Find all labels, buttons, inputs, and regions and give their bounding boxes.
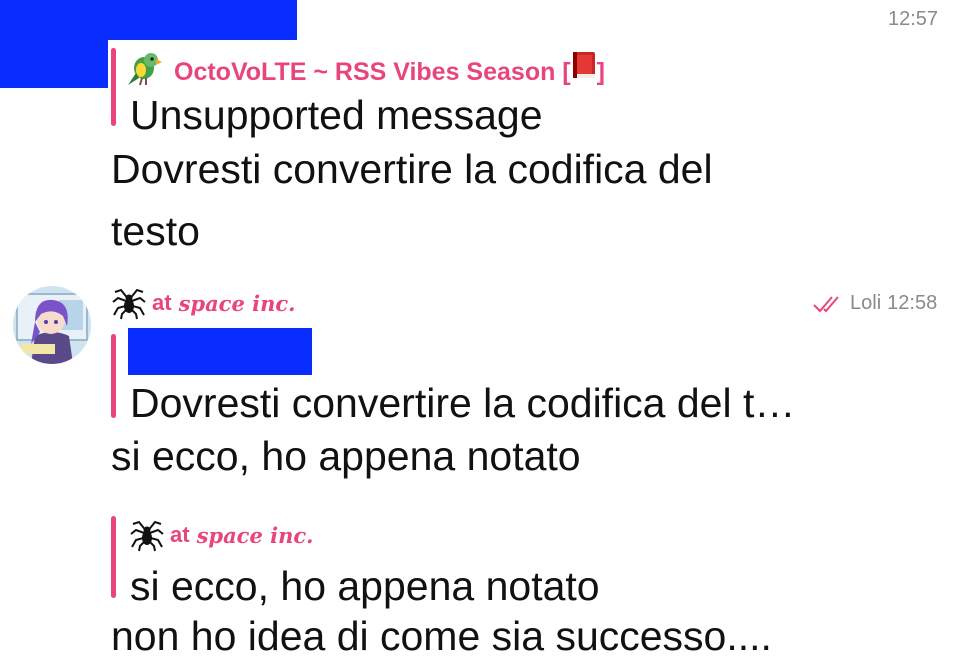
message-text: si ecco, ho appena notato	[111, 433, 581, 479]
reply-author: at space inc.	[130, 518, 313, 552]
message-time: 12:58	[887, 292, 938, 314]
reply-author-at: at	[170, 522, 190, 547]
reply-author-org: space inc.	[196, 522, 314, 548]
message-status: Loli 12:58	[812, 292, 937, 315]
redacted-block	[0, 40, 108, 88]
message-time: 12:57	[888, 8, 939, 30]
reply-bar	[111, 334, 116, 418]
message-text: non ho idea di come sia successo....	[111, 613, 772, 659]
reply-bar	[111, 516, 116, 598]
reply-author-name: OctoVoLTE ~ RSS Vibes Season [	[174, 58, 571, 86]
message-text: Dovresti convertire la codifica del	[111, 146, 713, 192]
redacted-sender-name	[0, 0, 297, 40]
sender-org: space inc.	[178, 290, 296, 316]
reply-quoted-text: si ecco, ho appena notato	[130, 563, 600, 609]
avatar[interactable]	[13, 286, 91, 364]
spider-icon	[112, 286, 146, 320]
message-text: testo	[111, 208, 200, 254]
chat-view: 12:57 OctoVoLTE ~ RSS Vibes Season [] Un…	[0, 0, 960, 670]
reply-quoted-text: Unsupported message	[130, 92, 543, 138]
reply-author-close: ]	[596, 58, 605, 86]
reply-bar	[111, 48, 116, 126]
book-icon	[571, 50, 597, 80]
spider-icon	[130, 518, 164, 552]
edited-by-label: Loli	[850, 292, 882, 314]
sender-at: at	[152, 290, 172, 315]
sender-name[interactable]: at space inc.	[112, 286, 295, 320]
double-check-icon	[812, 294, 844, 314]
reply-quoted-text: Dovresti convertire la codifica del t…	[130, 380, 796, 426]
redacted-reply-author	[128, 328, 312, 375]
reply-author: OctoVoLTE ~ RSS Vibes Season []	[126, 50, 605, 87]
parrot-icon	[126, 51, 166, 87]
